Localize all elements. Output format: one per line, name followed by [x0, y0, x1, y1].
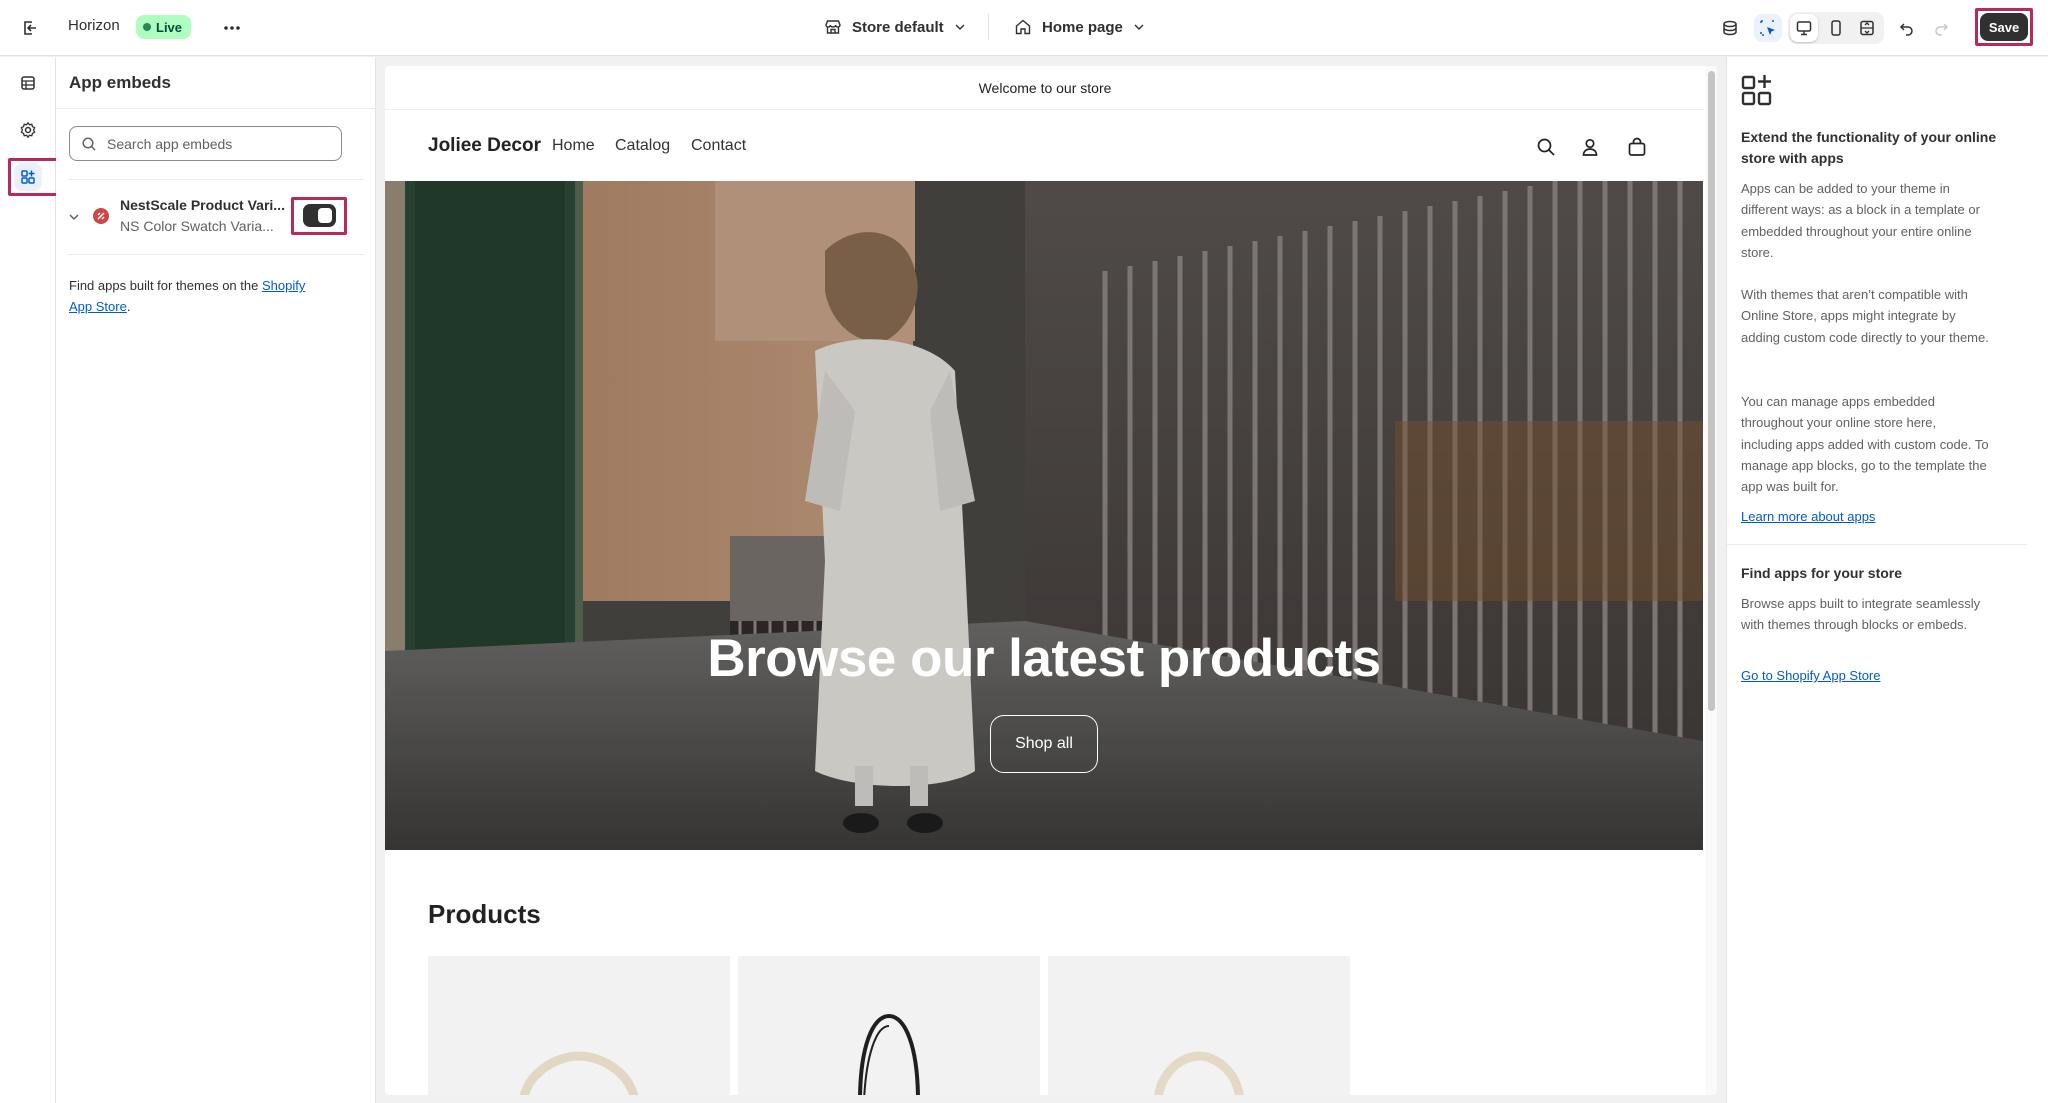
chevron-down-icon: [954, 21, 966, 33]
nav-link-contact[interactable]: Contact: [691, 137, 746, 155]
left-rail: [0, 57, 65, 1103]
store-logo-text[interactable]: Joliee Decor: [428, 135, 541, 157]
app-store-link[interactable]: App Store: [69, 299, 127, 314]
store-icon: [824, 18, 842, 36]
more-actions-icon[interactable]: [218, 14, 246, 42]
sections-icon[interactable]: [14, 69, 42, 97]
cart-icon[interactable]: [1625, 135, 1649, 159]
gear-icon[interactable]: [14, 116, 42, 144]
expand-chevron-icon[interactable]: [68, 211, 80, 223]
page-selector[interactable]: Home page: [1014, 12, 1145, 42]
nestscale-app-icon: [92, 207, 110, 225]
store-selector[interactable]: Store default: [824, 12, 966, 42]
info-paragraph-3: You can manage apps embedded throughout …: [1741, 394, 1989, 495]
store-selector-label: Store default: [852, 18, 944, 36]
fullscreen-icon[interactable]: [1853, 14, 1881, 42]
learn-more-link[interactable]: Learn more about apps: [1741, 509, 1875, 524]
store-preview: Welcome to our store Joliee Decor Home C…: [385, 66, 1717, 1095]
shop-all-button[interactable]: Shop all: [990, 715, 1098, 773]
account-icon[interactable]: [1578, 135, 1602, 159]
app-embed-name: NestScale Product Vari...: [120, 197, 285, 213]
preview-scrollbar-thumb[interactable]: [1708, 71, 1715, 711]
divider: [56, 108, 376, 109]
inspector-icon[interactable]: [1754, 14, 1782, 42]
redo-icon[interactable]: [1927, 14, 1955, 42]
product-card[interactable]: [1048, 956, 1350, 1095]
info-paragraph-2: With themes that aren’t compatible with …: [1741, 287, 1989, 345]
search-icon[interactable]: [1534, 135, 1558, 159]
divider: [1727, 544, 2027, 545]
nav-link-home[interactable]: Home: [552, 137, 595, 155]
search-input[interactable]: [107, 135, 327, 152]
live-dot-icon: [143, 23, 151, 31]
app-blocks-icon: [1741, 73, 1773, 107]
app-embed-toggle[interactable]: [303, 204, 336, 227]
find-apps-end: .: [126, 299, 131, 314]
products-heading: Products: [428, 899, 541, 929]
divider: [988, 14, 989, 40]
hero-title: Browse our latest products: [707, 629, 1381, 688]
chevron-down-icon: [1133, 21, 1145, 33]
find-apps-text: Find apps built for themes on the Shopif…: [69, 275, 339, 317]
find-apps-prefix: Find apps built for themes on the: [69, 278, 262, 293]
home-icon: [1014, 18, 1032, 36]
app-embed-subtitle: NS Color Swatch Varia...: [120, 218, 274, 234]
search-icon: [81, 136, 97, 152]
info-panel: Extend the functionality of your online …: [1726, 57, 2048, 1103]
shopify-link[interactable]: Shopify: [262, 278, 305, 293]
theme-settings-icon[interactable]: [1716, 14, 1744, 42]
device-toggle-group: [1788, 12, 1884, 44]
product-image: [1154, 1051, 1244, 1095]
mobile-icon[interactable]: [1822, 14, 1850, 42]
info-paragraph-1: Apps can be added to your theme in diffe…: [1741, 181, 1980, 260]
undo-icon[interactable]: [1893, 14, 1921, 42]
find-apps-heading: Find apps for your store: [1741, 565, 1903, 581]
hero-banner: Browse our latest products Shop all: [385, 181, 1703, 850]
announcement-bar: Welcome to our store: [385, 66, 1705, 110]
product-image: [519, 1051, 639, 1095]
panel-title: App embeds: [69, 73, 172, 92]
search-field[interactable]: [69, 126, 342, 161]
find-apps-paragraph: Browse apps built to integrate seamlessl…: [1741, 596, 1981, 633]
top-bar: Horizon Live Store default Home page Sav…: [0, 0, 2048, 56]
nav-link-catalog[interactable]: Catalog: [615, 137, 670, 155]
app-embeds-panel: App embeds NestScale Product Vari... NS …: [56, 57, 376, 1103]
page-selector-label: Home page: [1042, 18, 1123, 36]
product-card[interactable]: [738, 956, 1040, 1095]
toggle-knob: [318, 208, 332, 223]
theme-name: Horizon: [68, 17, 120, 34]
divider: [68, 254, 364, 255]
exit-icon[interactable]: [16, 14, 44, 42]
divider: [68, 179, 364, 180]
desktop-icon[interactable]: [1790, 14, 1818, 42]
product-card[interactable]: [428, 956, 730, 1095]
live-badge: Live: [136, 15, 192, 39]
product-image: [858, 1013, 920, 1095]
save-button[interactable]: Save: [1980, 13, 2028, 41]
extend-heading: Extend the functionality of your online …: [1741, 129, 1997, 166]
shopify-app-store-link[interactable]: Go to Shopify App Store: [1741, 668, 1880, 683]
live-badge-label: Live: [156, 19, 183, 35]
